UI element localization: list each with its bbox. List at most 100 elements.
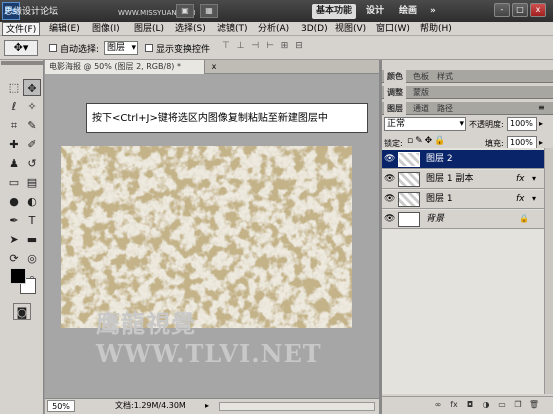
tab-channels[interactable]: 通道 [410,102,432,115]
document-info[interactable]: 文档:1.29M/4.30M [115,399,186,413]
close-button[interactable]: x [530,3,546,17]
workspace-essentials-button[interactable]: 基本功能 [312,4,357,19]
tab-paths[interactable]: 路径 [434,102,456,115]
layer-fx-icon[interactable]: fx [516,190,525,209]
healing-brush-tool-icon[interactable]: ✚ [5,136,23,153]
layer-row-layer1-copy[interactable]: 👁 图层 1 副本 fx ▾ [382,170,544,189]
path-selection-tool-icon[interactable]: ➤ [5,231,23,248]
eraser-tool-icon[interactable]: ▭ [5,174,23,191]
add-mask-icon[interactable]: ◘ [464,399,476,410]
menu-view[interactable]: 视图(V) [332,22,369,36]
tab-masks[interactable]: 蒙版 [410,86,432,99]
title-bar: Ps 思缘设计论坛 WWW.MISSYUAN.COM ▣ ▦ 基本功能 设计 绘… [0,0,553,22]
align-icons[interactable]: ⊤ ⊥ ⊣ ⊢ ⊞ ⊟ [222,41,305,51]
foreground-color-swatch-front[interactable] [10,268,26,284]
auto-select-checkbox[interactable] [49,44,57,52]
3d-rotate-tool-icon[interactable]: ⟳ [5,250,23,267]
status-arrow-icon[interactable]: ▸ [205,399,209,413]
add-style-icon[interactable]: fx [448,399,460,410]
maximize-button[interactable]: □ [512,3,528,17]
menu-layer[interactable]: 图层(L) [131,22,167,36]
toolbox: ⬚ ✥ ℓ ✧ ⌗ ✎ ✚ ✐ ♟ ↺ ▭ ▤ ● ◐ ✒ T ➤ ▬ ⟳ ◎ … [0,60,44,414]
tab-adjustments[interactable]: 调整 [384,86,406,99]
panel-menu-icon[interactable]: ≡ [538,103,545,112]
layer-row-layer1[interactable]: 👁 图层 1 fx ▾ [382,190,544,209]
pen-tool-icon[interactable]: ✒ [5,212,23,229]
arrange-documents-icon[interactable]: ▦ [200,4,218,18]
layer-row-background[interactable]: 👁 背景 🔒 [382,210,544,229]
show-transform-checkbox[interactable] [145,44,153,52]
gradient-tool-icon[interactable]: ▤ [23,174,41,191]
eye-icon[interactable]: 👁 [384,194,395,204]
layer-name[interactable]: 图层 1 副本 [426,170,473,189]
zoom-level-field[interactable]: 50% [47,400,75,412]
document-tab[interactable]: 电影海报 @ 50% (图层 2, RGB/8) * [45,60,205,74]
toolbox-grip[interactable] [1,61,43,65]
menu-analysis[interactable]: 分析(A) [255,22,292,36]
tab-layers[interactable]: 图层 [384,102,406,115]
menu-help[interactable]: 帮助(H) [417,22,455,36]
expand-effects-icon[interactable]: ▾ [532,174,536,183]
tool-preset-picker[interactable]: ✥▾ [4,40,38,56]
status-bar: 50% 文档:1.29M/4.30M ▸ [45,398,379,414]
menu-file[interactable]: 文件(F) [2,22,41,36]
layers-scrollbar[interactable] [544,148,553,394]
horizontal-scrollbar[interactable] [219,402,375,411]
tab-swatches[interactable]: 色板 [410,70,432,83]
magic-wand-tool-icon[interactable]: ✧ [23,98,41,115]
3d-orbit-tool-icon[interactable]: ◎ [23,250,41,267]
minimize-button[interactable]: - [494,3,510,17]
workspace-design-button[interactable]: 设计 [362,4,388,19]
link-layers-icon[interactable]: ∞ [432,399,444,410]
lock-buttons-group[interactable]: ▫✎✥🔒 [407,136,447,146]
layer-row-layer2[interactable]: 👁 图层 2 [382,150,544,169]
menu-3d[interactable]: 3D(D) [298,22,331,36]
shape-tool-icon[interactable]: ▬ [23,231,41,248]
lasso-tool-icon[interactable]: ℓ [5,98,23,115]
adjustment-layer-icon[interactable]: ◑ [480,399,492,410]
brush-tool-icon[interactable]: ✐ [23,136,41,153]
delete-layer-icon[interactable]: 🗑 [528,399,540,410]
marquee-tool-icon[interactable]: ⬚ [5,79,23,96]
clone-stamp-tool-icon[interactable]: ♟ [5,155,23,172]
menu-edit[interactable]: 编辑(E) [46,22,83,36]
menu-window[interactable]: 窗口(W) [373,22,413,36]
menu-filter[interactable]: 滤镜(T) [214,22,251,36]
move-tool-icon[interactable]: ✥ [23,79,41,96]
lock-icons[interactable]: ▫✎✥🔒 [407,136,447,146]
crop-tool-icon[interactable]: ⌗ [5,117,23,134]
layer-name[interactable]: 图层 1 [426,190,453,209]
history-brush-tool-icon[interactable]: ↺ [23,155,41,172]
auto-select-target-select[interactable]: 图层 ▾ [104,41,138,55]
document-tab-bar: 电影海报 @ 50% (图层 2, RGB/8) * x [45,60,379,74]
close-document-icon[interactable]: x [209,61,219,72]
opacity-field[interactable]: 100% [507,117,537,131]
layer-fx-icon[interactable]: fx [516,170,525,189]
options-bar: ✥▾ 自动选择: 图层 ▾ 显示变换控件 ⊤ ⊥ ⊣ ⊢ ⊞ ⊟ [0,36,553,60]
eye-icon[interactable]: 👁 [384,214,395,224]
new-group-icon[interactable]: ▭ [496,399,508,410]
blend-mode-value: 正常 [387,119,406,129]
layer-name[interactable]: 背景 [426,210,444,229]
new-layer-icon[interactable]: ❐ [512,399,524,410]
fill-slider-arrow-icon[interactable]: ▸ [539,138,543,147]
eyedropper-tool-icon[interactable]: ✎ [23,117,41,134]
menu-select[interactable]: 选择(S) [172,22,209,36]
eye-icon[interactable]: 👁 [384,174,395,184]
quick-mask-icon[interactable]: ◙ [13,303,31,320]
workspace-more-button[interactable]: » [426,4,440,19]
align-buttons-group[interactable]: ⊤ ⊥ ⊣ ⊢ ⊞ ⊟ [222,41,372,55]
dodge-tool-icon[interactable]: ◐ [23,193,41,210]
eye-icon[interactable]: 👁 [384,154,395,164]
blend-mode-select[interactable]: 正常 ▾ [384,117,466,131]
expand-effects-icon[interactable]: ▾ [532,194,536,203]
blur-tool-icon[interactable]: ● [5,193,23,210]
tab-color[interactable]: 颜色 [384,70,406,83]
menu-image[interactable]: 图像(I) [89,22,123,36]
workspace-painting-button[interactable]: 绘画 [395,4,421,19]
layer-name[interactable]: 图层 2 [426,150,453,169]
opacity-slider-arrow-icon[interactable]: ▸ [539,119,543,128]
type-tool-icon[interactable]: T [23,212,41,229]
tab-styles[interactable]: 样式 [434,70,456,83]
screen-mode-icon[interactable]: ▣ [176,4,194,18]
